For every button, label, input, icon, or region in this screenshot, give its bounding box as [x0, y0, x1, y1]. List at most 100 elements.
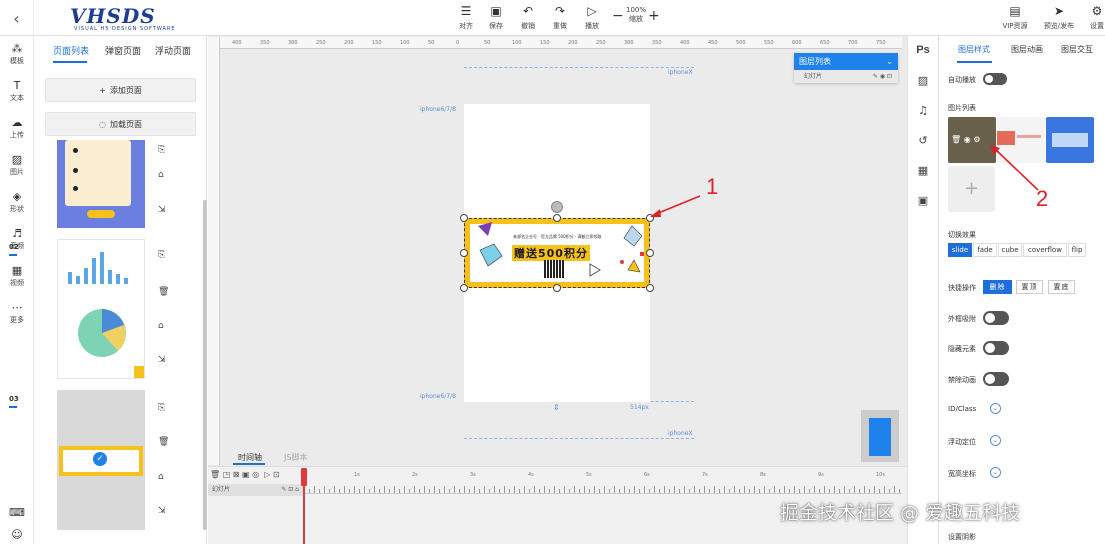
rail-item-shape[interactable]: ◈ 形状	[0, 190, 34, 214]
ruler-tick-label: 200	[568, 40, 578, 46]
tab-layer-style[interactable]: 图层样式	[958, 44, 990, 55]
minimap-viewport[interactable]	[869, 418, 891, 456]
layer-actions-icons[interactable]: ✎ ◉ ⊡	[873, 70, 892, 83]
timeline-tick	[439, 489, 440, 493]
vertical-ruler	[208, 37, 220, 465]
effect-flip[interactable]: flip	[1068, 243, 1086, 257]
image-list-item[interactable]	[1046, 117, 1094, 163]
autoplay-toggle[interactable]	[983, 73, 1007, 85]
send-to-bottom-button[interactable]: 置底	[1048, 280, 1075, 294]
set-shadow-label: 设置阴影	[948, 533, 976, 541]
effect-cube[interactable]: cube	[998, 243, 1022, 257]
page-list-scrollbar[interactable]	[203, 200, 207, 530]
copy-page-icon[interactable]: ⎘	[158, 250, 165, 260]
resize-handle-se[interactable]	[646, 284, 654, 292]
rail-item-template[interactable]: ⁂ 模板	[0, 42, 34, 66]
home-page-icon[interactable]: ⌂	[158, 321, 164, 331]
keyboard-icon[interactable]: ⌨	[0, 506, 34, 520]
music-icon[interactable]: ♫	[907, 104, 939, 117]
tab-timeline[interactable]: 时间轴	[238, 452, 262, 463]
redo-button[interactable]: ↷ 重做	[546, 4, 574, 31]
tab-popup-pages[interactable]: 弹窗页面	[105, 44, 141, 57]
image-item-actions[interactable]: 🗑 ◉ ⚙	[951, 135, 980, 144]
insert-page-icon[interactable]: ⇲	[158, 506, 166, 516]
tab-js-script[interactable]: JS脚本	[284, 452, 307, 463]
disable-anim-toggle[interactable]	[983, 372, 1009, 386]
rail-item-upload[interactable]: ☁ 上传	[0, 116, 34, 140]
load-page-button[interactable]: ◌ 加载页面	[45, 112, 196, 136]
layers-panel-header[interactable]: 图层列表 ⌄	[794, 53, 898, 70]
effect-slide[interactable]: slide	[948, 243, 972, 257]
timeline-tab-underline	[233, 463, 265, 465]
timeline-tick	[674, 486, 675, 493]
timeline-controls[interactable]: 🗑 ◳ ⊠ ▣ ◎ ▷ ⊡	[210, 470, 280, 479]
image-list-item[interactable]	[997, 117, 1045, 163]
resize-handle-sw[interactable]	[460, 284, 468, 292]
add-page-button[interactable]: + 添加页面	[45, 78, 196, 102]
rail-item-image[interactable]: ▨ 图片	[0, 153, 34, 177]
outer-adsorb-toggle[interactable]	[983, 311, 1009, 325]
rail-item-more[interactable]: ⋯ 更多	[0, 301, 34, 325]
undo-button[interactable]: ↶ 撤销	[514, 4, 542, 31]
back-icon[interactable]: ‹	[0, 0, 34, 36]
tab-float-pages[interactable]: 浮动页面	[155, 44, 191, 57]
resize-height-icon[interactable]: ⇕	[553, 403, 560, 412]
vip-button[interactable]: ▤ VIP资源	[1000, 4, 1030, 31]
copy-page-icon[interactable]: ⎘	[158, 403, 165, 413]
image-library-icon[interactable]: ▣	[907, 194, 939, 207]
delete-page-icon[interactable]: 🗑	[158, 287, 169, 297]
resize-handle-ne[interactable]	[646, 214, 654, 222]
image-list-item-selected[interactable]: 🗑 ◉ ⚙	[948, 117, 996, 163]
publish-button[interactable]: ➤ 预览/发布	[1042, 4, 1076, 31]
chevron-down-icon[interactable]: ⌄	[990, 403, 1001, 414]
hide-element-toggle[interactable]	[983, 341, 1009, 355]
settings-button[interactable]: ⚙ 设置	[1086, 4, 1105, 31]
bring-to-top-button[interactable]: 置顶	[1016, 280, 1043, 294]
history-icon[interactable]: ↺	[907, 134, 939, 147]
tab-layer-animation[interactable]: 图层动画	[1011, 44, 1043, 55]
rotate-handle[interactable]	[551, 201, 563, 213]
chevron-down-icon[interactable]: ⌄	[990, 435, 1001, 446]
home-icon[interactable]: ⌂	[158, 170, 164, 180]
page-thumb-3-selected[interactable]: ✓	[57, 390, 145, 530]
resize-handle-w[interactable]	[460, 249, 468, 257]
play-button[interactable]: ▷ 播放	[578, 4, 606, 31]
timeline-tick	[824, 486, 825, 493]
timeline-row-icons[interactable]: ✎ ⊡ ⌂	[281, 484, 299, 496]
resize-handle-s[interactable]	[553, 284, 561, 292]
save-button[interactable]: ▣ 保存	[482, 4, 510, 31]
texture-icon[interactable]: ▨	[907, 74, 939, 87]
layer-item[interactable]: 幻灯片 ✎ ◉ ⊡	[794, 70, 898, 83]
copy-icon[interactable]: ⎘	[158, 145, 165, 155]
delete-button[interactable]: 删除	[983, 280, 1012, 294]
resize-handle-e[interactable]	[646, 249, 654, 257]
tab-underline	[53, 61, 87, 63]
effect-fade[interactable]: fade	[973, 243, 997, 257]
timeline-ruler[interactable]: 1s 2s 3s 4s 5s 6s 7s 8s 9s 10s	[304, 470, 902, 494]
home-page-icon[interactable]: ⌂	[158, 472, 164, 482]
tab-layer-interaction[interactable]: 图层交互	[1061, 44, 1093, 55]
insert-page-icon[interactable]: ⇲	[158, 355, 166, 365]
resize-handle-nw[interactable]	[460, 214, 468, 222]
delete-page-icon[interactable]: 🗑	[158, 437, 169, 447]
loading-icon: ◌	[99, 119, 106, 129]
insert-icon[interactable]: ⇲	[158, 205, 166, 215]
add-image-button[interactable]: +	[948, 166, 995, 212]
page-thumb-1[interactable]	[57, 140, 145, 228]
timeline-playhead-handle[interactable]	[301, 468, 307, 486]
rail-item-video[interactable]: ▦ 视频	[0, 264, 34, 288]
rail-item-text[interactable]: T 文本	[0, 79, 34, 103]
photoshop-icon[interactable]: Ps	[907, 44, 939, 56]
zoom-out-button[interactable]: −	[612, 8, 624, 24]
zoom-in-button[interactable]: +	[648, 8, 660, 24]
effect-coverflow[interactable]: coverflow	[1023, 243, 1067, 257]
tab-page-list[interactable]: 页面列表	[53, 44, 89, 57]
grid-icon[interactable]: ▦	[907, 164, 939, 177]
chevron-down-icon[interactable]: ⌄	[886, 53, 893, 70]
resize-handle-n[interactable]	[553, 214, 561, 222]
page-thumb-2[interactable]	[57, 239, 145, 379]
chevron-down-icon[interactable]: ⌄	[990, 467, 1001, 478]
timeline-layer-row[interactable]: 幻灯片 ✎ ⊡ ⌂	[208, 484, 303, 496]
align-button[interactable]: ☰ 对齐	[452, 4, 480, 31]
user-icon[interactable]: ☺	[0, 528, 34, 542]
